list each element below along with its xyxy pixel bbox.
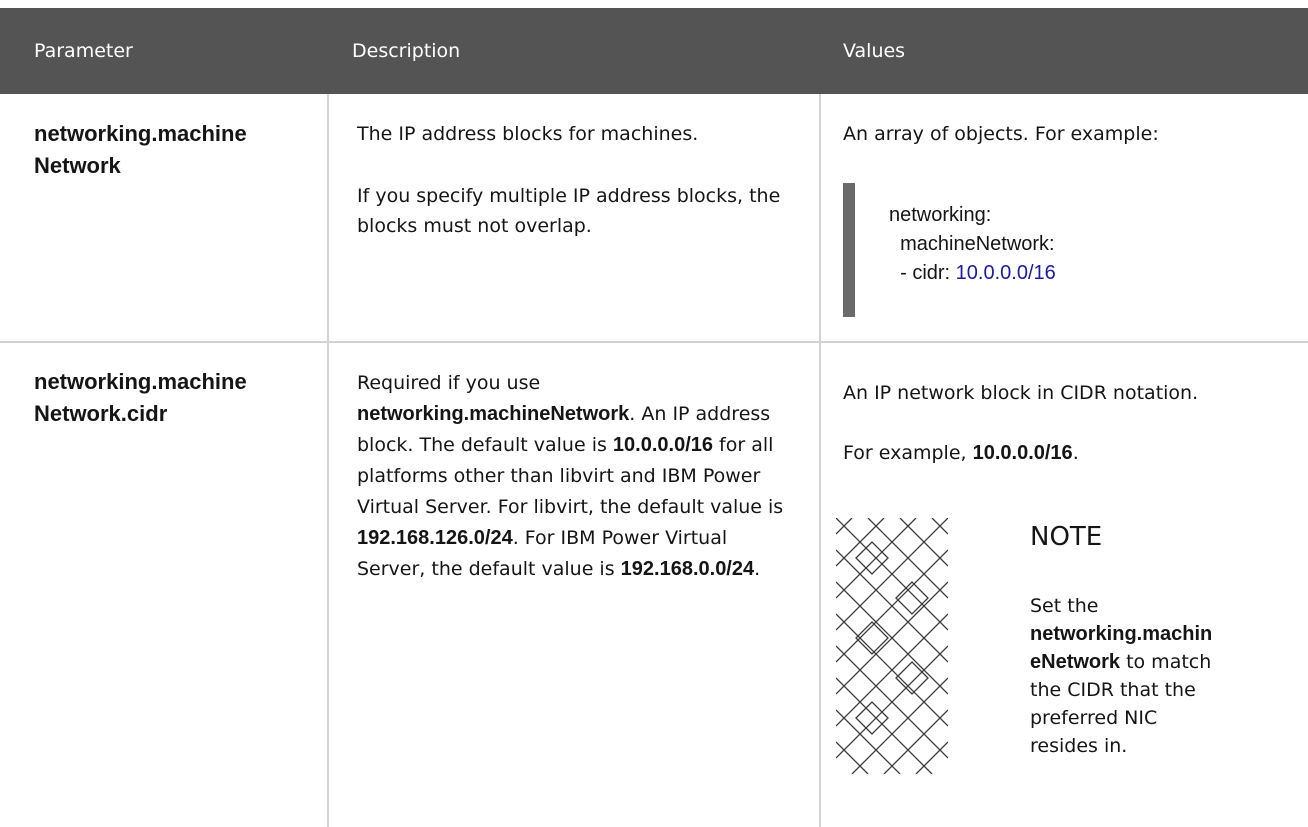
header-values: Values: [843, 40, 906, 62]
row1-parameter: networking.machine Network: [34, 121, 247, 178]
description-paragraph: The IP address blocks for machines.: [357, 123, 699, 145]
row2-parameter: networking.machine Network.cidr: [34, 369, 247, 426]
column-divider: [819, 94, 821, 827]
description-paragraph: If you specify multiple IP address block…: [357, 185, 781, 237]
header-description: Description: [352, 40, 461, 62]
table-header: Parameter Description Values: [0, 8, 1308, 94]
header-parameter: Parameter: [34, 40, 133, 62]
row1-values-intro: An array of objects. For example:: [843, 123, 1159, 145]
row-divider: [0, 341, 1308, 343]
note-title: NOTE: [1030, 522, 1103, 552]
code-listing: networking: machineNetwork: - cidr: 10.0…: [889, 204, 1056, 284]
code-cidr-value: 10.0.0.0/16: [955, 262, 1056, 284]
row1-description: The IP address blocks for machines. If y…: [357, 119, 797, 241]
row2-example: For example, 10.0.0.0/16.: [843, 442, 1079, 464]
row2-values-intro: An IP network block in CIDR notation.: [843, 382, 1199, 404]
code-block: networking: machineNetwork: - cidr: 10.0…: [843, 183, 1308, 317]
parameter-table: Parameter Description Values networking.…: [0, 0, 1308, 827]
note-text: Set the networking.machin eNetwork to ma…: [1030, 595, 1213, 757]
note-pattern-icon: [836, 518, 948, 774]
row2-description: Required if you use networking.machineNe…: [357, 372, 784, 580]
column-divider: [327, 94, 329, 827]
